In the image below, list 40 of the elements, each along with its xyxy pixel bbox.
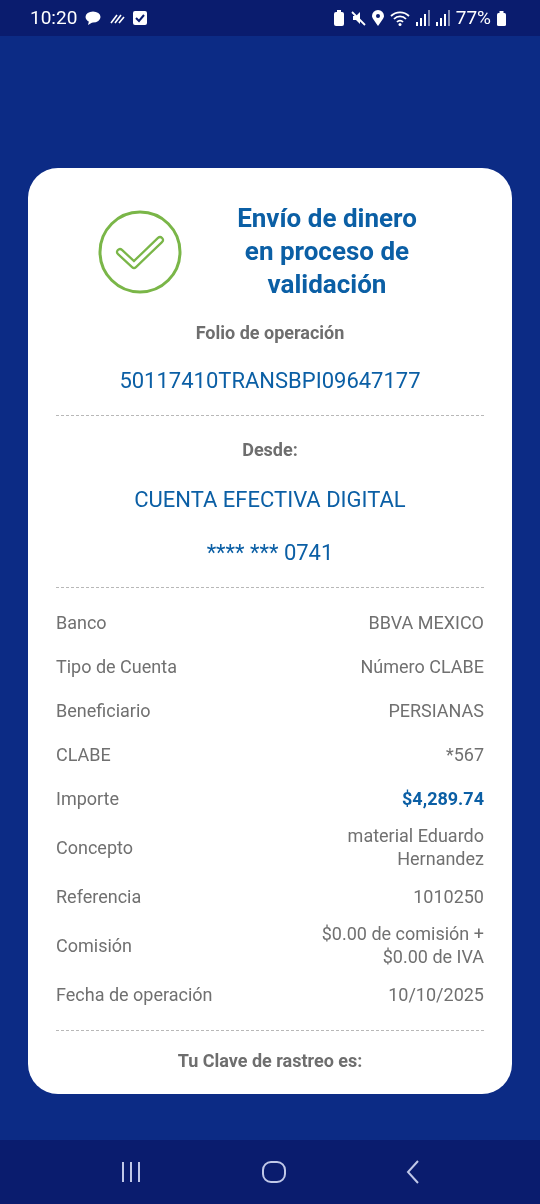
folio-label: Folio de operación bbox=[195, 321, 345, 345]
folio-number: 50117410TRANSBPI09647177 bbox=[119, 367, 421, 395]
battery-percent: 77% bbox=[455, 4, 491, 31]
mute-icon bbox=[349, 10, 366, 26]
detail-value: $4,289.74 bbox=[402, 786, 484, 811]
detail-value: material Eduardo Hernandez bbox=[346, 824, 484, 870]
detail-label: CLABE bbox=[56, 742, 111, 767]
detail-label: Concepto bbox=[56, 835, 133, 860]
detail-label: Beneficiario bbox=[56, 698, 151, 723]
detail-label: Referencia bbox=[56, 884, 142, 909]
detail-value: 10/10/2025 bbox=[388, 982, 484, 1006]
checkbox-icon bbox=[133, 11, 148, 25]
detail-value: PERSIANAS bbox=[388, 698, 484, 722]
from-label: Desde: bbox=[242, 438, 298, 462]
battery-icon bbox=[497, 10, 506, 26]
detail-value: BBVA MEXICO bbox=[368, 610, 484, 634]
chat-icon bbox=[85, 11, 102, 25]
check-circle-icon bbox=[98, 209, 182, 294]
back-icon[interactable] bbox=[406, 1160, 420, 1184]
detail-label: Banco bbox=[56, 610, 107, 635]
detail-label: Tipo de Cuenta bbox=[56, 654, 177, 679]
wifi-icon bbox=[389, 10, 410, 26]
recent-apps-icon[interactable] bbox=[120, 1162, 142, 1182]
detail-label: Fecha de operación bbox=[56, 982, 213, 1007]
signal-icon bbox=[435, 10, 450, 26]
home-icon[interactable] bbox=[262, 1161, 286, 1183]
account-name: CUENTA EFECTIVA DIGITAL bbox=[134, 486, 406, 514]
location-icon bbox=[371, 10, 384, 26]
tracking-label: Tu Clave de rastreo es: bbox=[177, 1049, 363, 1073]
detail-value: 1010250 bbox=[413, 884, 484, 908]
detail-value: $0.00 de comisión + $0.00 de IVA bbox=[320, 922, 484, 968]
status-title: Envío de dinero en proceso de validación bbox=[236, 202, 418, 301]
account-number: **** *** 0741 bbox=[206, 539, 334, 567]
signal-icon bbox=[415, 10, 430, 26]
detail-label: Comisión bbox=[56, 933, 133, 958]
battery-saver-icon bbox=[333, 10, 344, 26]
status-time: 10:20 bbox=[30, 4, 78, 31]
detail-value: *567 bbox=[445, 742, 484, 766]
detail-label: Importe bbox=[56, 786, 120, 811]
detail-value: Número CLABE bbox=[360, 654, 484, 678]
